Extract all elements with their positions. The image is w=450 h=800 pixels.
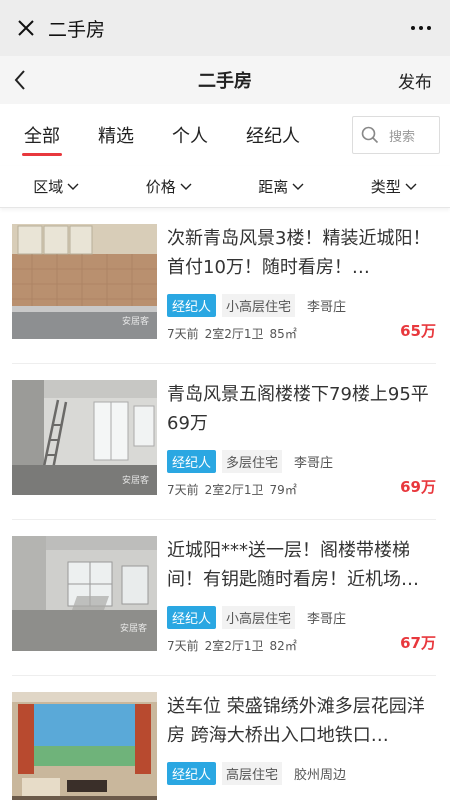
listing-item[interactable]: 送车位 荣盛锦绣外滩多层花园洋房 跨海大桥出入口地铁口… 经纪人 高层住宅 胶州…	[12, 676, 436, 800]
posted-time: 7天前	[167, 639, 199, 653]
area-label: 李哥庄	[307, 300, 347, 315]
filter-label: 距离	[258, 178, 289, 196]
listing-item[interactable]: 安居客 次新青岛风景3楼！精装近城阳！首付10万！随时看房！… 经纪人 小高层住…	[12, 208, 436, 364]
property-type-badge: 小高层住宅	[222, 606, 296, 629]
wechat-bar: 二手房	[0, 0, 450, 56]
area-label: 李哥庄	[294, 456, 334, 471]
filter-region[interactable]: 区域	[33, 176, 79, 197]
tab-all[interactable]: 全部	[20, 114, 64, 156]
svg-text:安居客: 安居客	[120, 622, 147, 634]
room-layout: 2室2厅1卫	[204, 639, 264, 653]
svg-text:安居客: 安居客	[122, 315, 149, 327]
listing-photo: 安居客	[12, 380, 157, 495]
agent-badge: 经纪人	[167, 762, 217, 785]
chevron-down-icon	[292, 183, 304, 190]
listing-photo: 安居客	[12, 224, 157, 339]
tab-bar: 全部 精选 个人 经纪人 搜索	[0, 104, 450, 166]
area-label: 李哥庄	[307, 612, 347, 627]
chevron-left-icon	[14, 70, 25, 90]
search-input[interactable]: 搜索	[352, 116, 440, 154]
publish-button[interactable]: 发布	[380, 68, 450, 93]
listing-item[interactable]: 安居客 近城阳***送一层！阁楼带楼梯间！有钥匙随时看房！近机场… 经纪人 小高…	[12, 520, 436, 676]
listing-photo: 安居客	[12, 536, 157, 651]
floor-area: 85㎡	[269, 327, 297, 341]
tab-agent[interactable]: 经纪人	[242, 114, 304, 156]
listing-title: 送车位 荣盛锦绣外滩多层花园洋房 跨海大桥出入口地铁口…	[167, 696, 425, 746]
listing-price: 67万	[400, 634, 436, 652]
floor-area: 82㎡	[269, 639, 297, 653]
posted-time: 7天前	[167, 327, 199, 341]
filter-label: 价格	[145, 178, 176, 196]
back-button[interactable]	[0, 56, 40, 104]
chevron-down-icon	[67, 183, 79, 190]
property-type-badge: 高层住宅	[222, 762, 283, 785]
more-icon[interactable]	[404, 14, 438, 42]
listing-price: 65万	[400, 322, 436, 340]
wechat-title: 二手房	[48, 18, 106, 41]
room-layout: 2室2厅1卫	[204, 483, 264, 497]
posted-time: 7天前	[167, 483, 199, 497]
floor-area: 79㎡	[269, 483, 297, 497]
property-type-badge: 多层住宅	[222, 450, 283, 473]
tab-personal[interactable]: 个人	[168, 114, 212, 156]
listing-item[interactable]: 安居客 青岛风景五阁楼楼下79楼上95平69万 经纪人 多层住宅 李哥庄 7天前…	[12, 364, 436, 520]
property-type-badge: 小高层住宅	[222, 294, 296, 317]
chevron-down-icon	[405, 183, 417, 190]
filter-price[interactable]: 价格	[146, 176, 192, 197]
listing-title: 青岛风景五阁楼楼下79楼上95平69万	[167, 384, 429, 434]
filter-label: 区域	[33, 178, 64, 196]
app-header: 二手房 发布	[0, 56, 450, 104]
area-label: 胶州周边	[294, 768, 347, 783]
tab-featured[interactable]: 精选	[94, 114, 138, 156]
listing-list: 安居客 次新青岛风景3楼！精装近城阳！首付10万！随时看房！… 经纪人 小高层住…	[0, 208, 450, 800]
listing-photo	[12, 692, 157, 800]
filter-type[interactable]: 类型	[371, 176, 417, 197]
filter-distance[interactable]: 距离	[258, 176, 304, 197]
agent-badge: 经纪人	[167, 294, 217, 317]
listing-title: 近城阳***送一层！阁楼带楼梯间！有钥匙随时看房！近机场…	[167, 540, 419, 590]
agent-badge: 经纪人	[167, 450, 217, 473]
chevron-down-icon	[180, 183, 192, 190]
search-placeholder: 搜索	[389, 129, 416, 145]
listing-title: 次新青岛风景3楼！精装近城阳！首付10万！随时看房！…	[167, 228, 431, 278]
close-icon[interactable]	[12, 14, 40, 42]
svg-text:安居客: 安居客	[122, 474, 149, 486]
filter-label: 类型	[370, 178, 401, 196]
agent-badge: 经纪人	[167, 606, 217, 629]
search-icon	[361, 126, 379, 144]
listing-price: 69万	[400, 478, 436, 496]
room-layout: 2室2厅1卫	[204, 327, 264, 341]
filter-bar: 区域 价格 距离 类型	[0, 166, 450, 208]
